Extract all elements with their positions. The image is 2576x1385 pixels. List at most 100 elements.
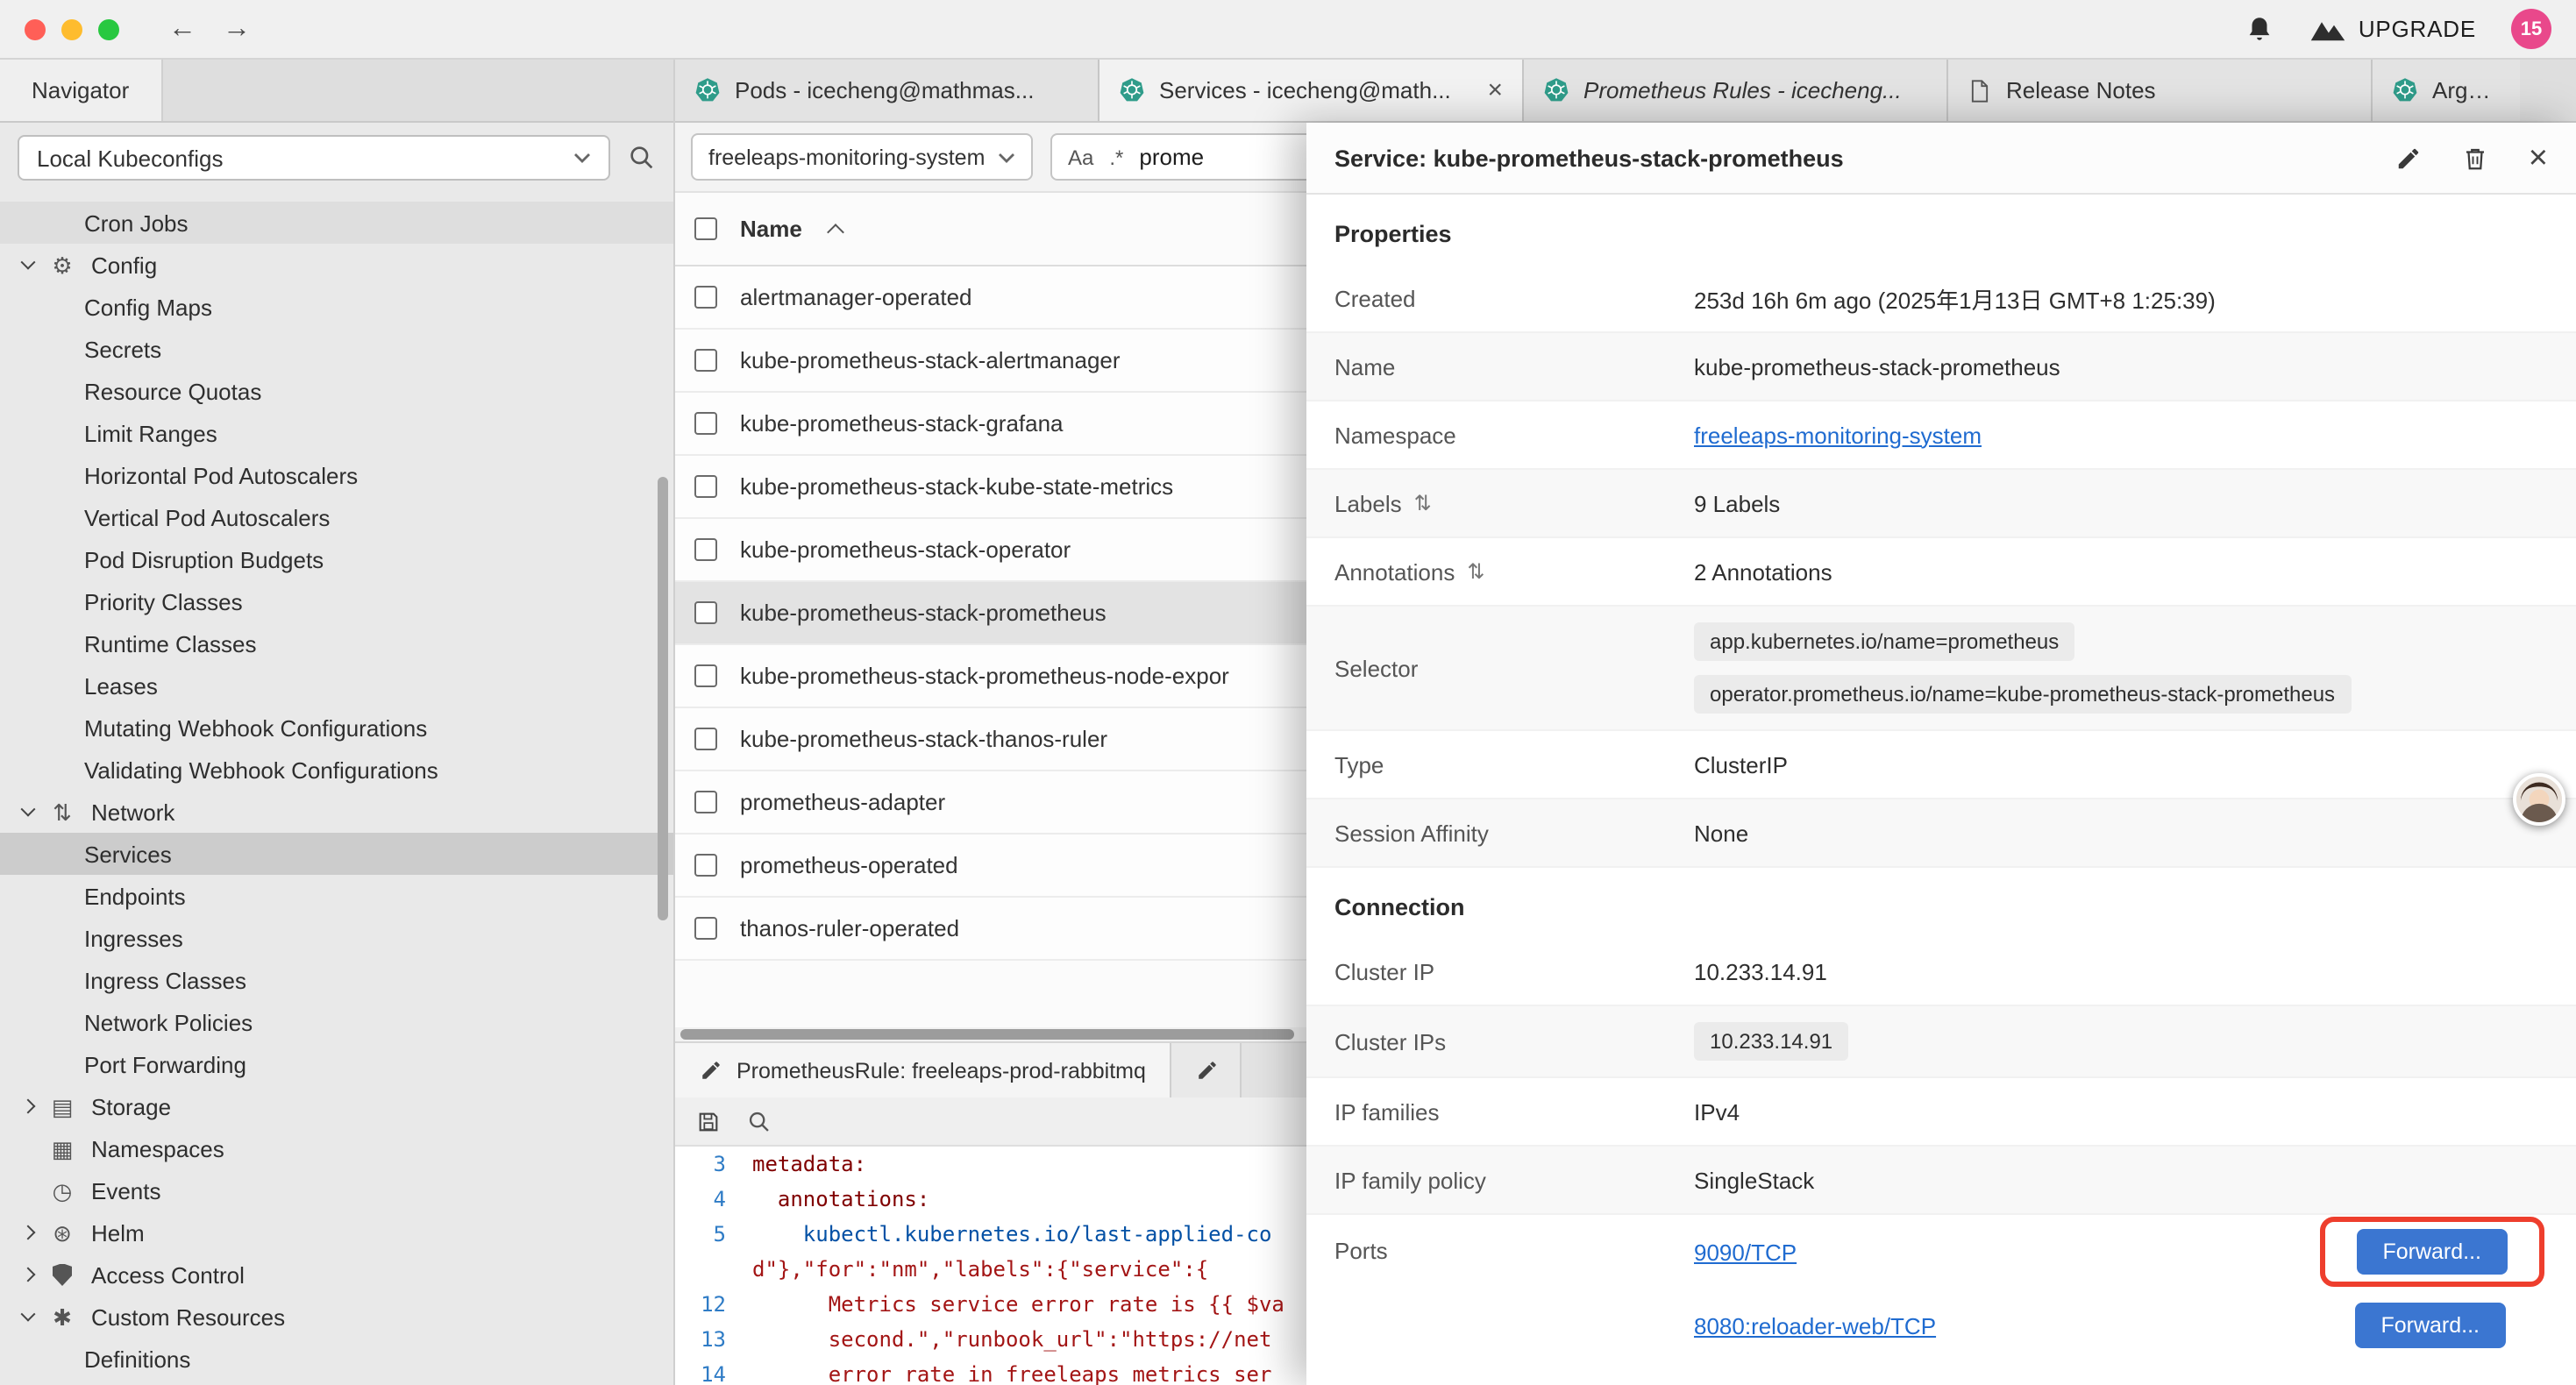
unfold-sort-icon[interactable]: ⇅ xyxy=(1467,559,1484,584)
row-checkbox[interactable] xyxy=(694,664,717,687)
regex-toggle[interactable]: .* xyxy=(1109,145,1123,169)
row-checkbox[interactable] xyxy=(694,917,717,940)
sidebar-item-label: Vertical Pod Autoscalers xyxy=(84,504,330,530)
detail-row-cluster-ips: Cluster IPs10.233.14.91 xyxy=(1306,1006,2576,1078)
row-checkbox[interactable] xyxy=(694,286,717,309)
unfold-sort-icon[interactable]: ⇅ xyxy=(1414,491,1432,515)
tab-prometheus-rules-icecheng[interactable]: Prometheus Rules - icecheng... xyxy=(1524,60,1948,121)
sidebar-item-storage[interactable]: ▤Storage xyxy=(0,1085,673,1127)
sidebar-item-definitions[interactable]: Definitions xyxy=(0,1338,673,1380)
chevron-down-icon[interactable] xyxy=(21,1307,36,1322)
sidebar-item-config[interactable]: ⚙Config xyxy=(0,244,673,286)
sidebar-item-label: Mutating Webhook Configurations xyxy=(84,714,427,741)
forward-button[interactable]: Forward... xyxy=(2356,1229,2508,1275)
sidebar-item-helm[interactable]: ⊛Helm xyxy=(0,1211,673,1254)
sidebar-item-leases[interactable]: Leases xyxy=(0,664,673,707)
chevron-down-icon[interactable] xyxy=(21,802,36,817)
maximize-window-button[interactable] xyxy=(98,18,119,39)
chevron-right-icon[interactable] xyxy=(21,1099,36,1114)
sidebar-item-limit-ranges[interactable]: Limit Ranges xyxy=(0,412,673,454)
user-avatar[interactable] xyxy=(2513,773,2565,826)
notifications-bell-icon[interactable] xyxy=(2245,14,2274,44)
save-icon[interactable] xyxy=(696,1109,721,1133)
sidebar-item-network-policies[interactable]: Network Policies xyxy=(0,1001,673,1043)
sidebar-item-network[interactable]: ⇅Network xyxy=(0,791,673,833)
forward-button[interactable]: Forward... xyxy=(2354,1303,2506,1348)
detail-label: Cluster IPs xyxy=(1334,1028,1694,1055)
namespace-filter-select[interactable]: freeleaps-monitoring-system xyxy=(691,133,1033,181)
tab-close-icon[interactable]: × xyxy=(1487,77,1503,103)
name-column-header[interactable]: Name xyxy=(740,216,802,242)
row-checkbox[interactable] xyxy=(694,475,717,498)
detail-value: app.kubernetes.io/name=prometheusoperato… xyxy=(1694,607,2548,729)
sidebar-item-label: Custom Resources xyxy=(91,1303,285,1330)
value-badge: operator.prometheus.io/name=kube-prometh… xyxy=(1694,675,2351,714)
sidebar-item-port-forwarding[interactable]: Port Forwarding xyxy=(0,1043,673,1085)
sidebar-item-namespaces[interactable]: ▦Namespaces xyxy=(0,1127,673,1169)
close-window-button[interactable] xyxy=(25,18,46,39)
kubeconfig-selector[interactable]: Local Kubeconfigs xyxy=(18,135,610,181)
dock-tab-next[interactable] xyxy=(1172,1043,1242,1097)
scrollbar-thumb[interactable] xyxy=(680,1029,1294,1040)
port-link[interactable]: 8080:reloader-web/TCP xyxy=(1694,1312,1936,1339)
sidebar-item-validating-webhook-configurations[interactable]: Validating Webhook Configurations xyxy=(0,749,673,791)
row-checkbox[interactable] xyxy=(694,601,717,624)
row-checkbox[interactable] xyxy=(694,791,717,813)
row-checkbox[interactable] xyxy=(694,538,717,561)
sidebar-search-icon[interactable] xyxy=(628,144,656,172)
storage-icon: ▤ xyxy=(47,1095,77,1118)
sidebar-item-events[interactable]: ◷Events xyxy=(0,1169,673,1211)
search-input[interactable]: Aa .* prome xyxy=(1050,133,1348,181)
chevron-right-icon[interactable] xyxy=(21,1225,36,1240)
close-drawer-button[interactable]: × xyxy=(2529,141,2548,174)
chevron-down-icon[interactable] xyxy=(21,255,36,270)
dock-tab-prometheusrule[interactable]: PrometheusRule: freeleaps-prod-rabbitmq xyxy=(675,1043,1172,1097)
editor-search-icon[interactable] xyxy=(747,1109,772,1133)
detail-row-name: Namekube-prometheus-stack-prometheus xyxy=(1306,333,2576,401)
minimize-window-button[interactable] xyxy=(61,18,82,39)
sidebar-item-custom-resources[interactable]: ✱Custom Resources xyxy=(0,1296,673,1338)
edit-service-button[interactable] xyxy=(2395,145,2422,171)
chevron-right-icon[interactable] xyxy=(21,1268,36,1282)
kubeconfig-selector-value: Local Kubeconfigs xyxy=(37,145,224,171)
sidebar-item-ingress-classes[interactable]: Ingress Classes xyxy=(0,959,673,1001)
row-checkbox[interactable] xyxy=(694,349,717,372)
line-number: 13 xyxy=(675,1322,752,1357)
row-checkbox[interactable] xyxy=(694,412,717,435)
line-number: 12 xyxy=(675,1287,752,1322)
line-number: 4 xyxy=(675,1182,752,1217)
sidebar-item-runtime-classes[interactable]: Runtime Classes xyxy=(0,622,673,664)
select-all-checkbox[interactable] xyxy=(694,217,717,240)
port-link[interactable]: 9090/TCP xyxy=(1694,1239,1797,1265)
sidebar-item-config-maps[interactable]: Config Maps xyxy=(0,286,673,328)
sidebar-item-vertical-pod-autoscalers[interactable]: Vertical Pod Autoscalers xyxy=(0,496,673,538)
forward-button[interactable]: → xyxy=(217,13,256,45)
back-button[interactable]: ← xyxy=(163,13,202,45)
sidebar-item-pod-disruption-budgets[interactable]: Pod Disruption Budgets xyxy=(0,538,673,580)
sidebar-item-access-control[interactable]: Access Control xyxy=(0,1254,673,1296)
tab-pods-icecheng-mathmas[interactable]: Pods - icecheng@mathmas... xyxy=(675,60,1099,121)
tab-services-icecheng-math[interactable]: Services - icecheng@math...× xyxy=(1099,60,1524,121)
sidebar-scrollbar[interactable] xyxy=(658,477,668,920)
sidebar-item-cron-jobs[interactable]: Cron Jobs xyxy=(0,202,673,244)
sidebar-item-services[interactable]: Services xyxy=(0,833,673,875)
upgrade-button[interactable]: UPGRADE xyxy=(2309,16,2476,42)
tab-release-notes[interactable]: Release Notes xyxy=(1948,60,2373,121)
highlight-annotation: Forward... xyxy=(2319,1217,2544,1287)
sidebar-item-priority-classes[interactable]: Priority Classes xyxy=(0,580,673,622)
drawer-header: Service: kube-prometheus-stack-prometheu… xyxy=(1306,123,2576,195)
namespace-link[interactable]: freeleaps-monitoring-system xyxy=(1694,422,1982,448)
delete-service-button[interactable] xyxy=(2462,145,2488,171)
row-checkbox[interactable] xyxy=(694,728,717,750)
match-case-toggle[interactable]: Aa xyxy=(1068,145,1093,169)
sidebar-item-ingresses[interactable]: Ingresses xyxy=(0,917,673,959)
sort-ascending-icon[interactable] xyxy=(828,224,845,241)
sidebar-item-endpoints[interactable]: Endpoints xyxy=(0,875,673,917)
tab-argo-s[interactable]: Argo S... xyxy=(2373,60,2520,121)
sidebar-item-horizontal-pod-autoscalers[interactable]: Horizontal Pod Autoscalers xyxy=(0,454,673,496)
sidebar-item-resource-quotas[interactable]: Resource Quotas xyxy=(0,370,673,412)
row-checkbox[interactable] xyxy=(694,854,717,877)
sidebar-item-secrets[interactable]: Secrets xyxy=(0,328,673,370)
notification-count-badge[interactable]: 15 xyxy=(2511,9,2551,49)
sidebar-item-mutating-webhook-configurations[interactable]: Mutating Webhook Configurations xyxy=(0,707,673,749)
